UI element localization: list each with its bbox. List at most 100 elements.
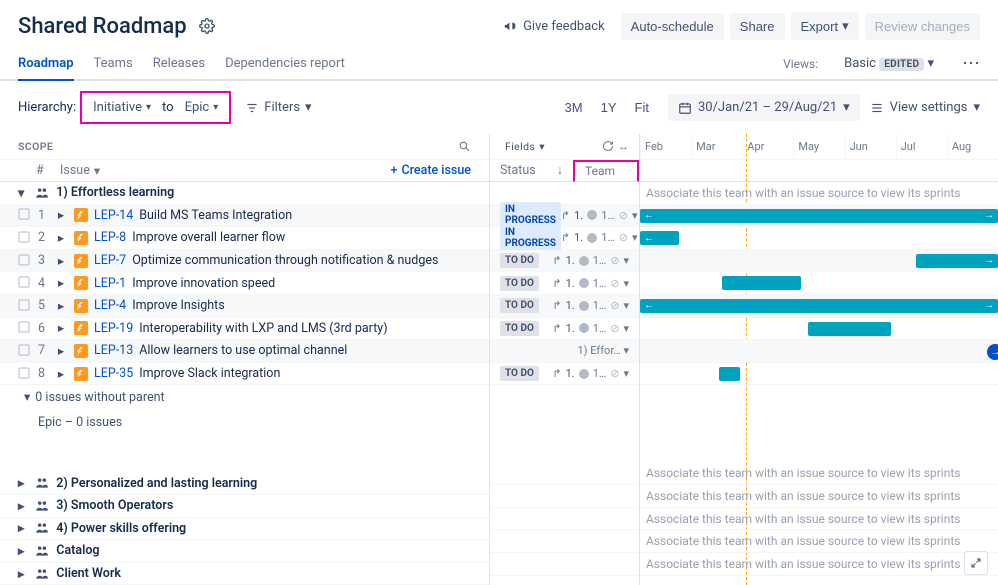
group-row[interactable]: ▸Catalog <box>0 540 489 563</box>
checkbox[interactable] <box>18 321 32 335</box>
settings-gear-icon[interactable] <box>199 18 215 34</box>
filters-button[interactable]: Filters ▾ <box>245 100 311 115</box>
expand-icon[interactable]: ▸ <box>54 230 68 246</box>
checkbox[interactable] <box>18 276 32 290</box>
team-cell[interactable]: ↱ 1. 1… ⊘ ▾ <box>561 231 638 244</box>
status-lozenge[interactable]: TO DO <box>500 366 539 381</box>
checkbox[interactable] <box>18 208 32 222</box>
issues-without-parent[interactable]: ▾ 0 issues without parent <box>0 385 489 409</box>
expand-cols-icon[interactable]: ↔ <box>618 140 629 153</box>
team-cell[interactable]: 1) Effor… ▾ <box>578 344 630 357</box>
issue-row[interactable]: 4▸LEP-1Improve innovation speed <box>0 272 489 295</box>
status-lozenge[interactable]: TO DO <box>500 276 539 291</box>
fullscreen-button[interactable] <box>964 551 988 575</box>
hierarchy-to-dropdown[interactable]: Epic▾ <box>180 96 224 119</box>
team-cell[interactable]: ↱ 1. 1… ⊘ ▾ <box>561 209 638 222</box>
timeline-bar[interactable] <box>722 276 801 290</box>
refresh-icon[interactable] <box>602 140 614 153</box>
more-menu-icon[interactable]: ⋯ <box>962 53 980 74</box>
milestone-marker[interactable]: → <box>987 344 998 360</box>
status-lozenge[interactable]: TO DO <box>500 298 539 313</box>
collapse-icon[interactable]: ▾ <box>18 185 24 201</box>
issue-key[interactable]: LEP-1 <box>94 276 126 291</box>
expand-icon[interactable]: ▸ <box>18 543 24 559</box>
team-cell[interactable]: ↱ 1. 1… ⊘ ▾ <box>552 277 629 290</box>
group-row[interactable]: ▸3) Smooth Operators <box>0 495 489 518</box>
date-range-picker[interactable]: 30/Jan/21 – 29/Aug/21 ▾ <box>668 94 860 121</box>
issue-key[interactable]: LEP-4 <box>94 298 126 313</box>
issue-row[interactable]: 2▸LEP-8Improve overall learner flow <box>0 227 489 250</box>
checkbox[interactable] <box>18 254 32 268</box>
timeline-row[interactable]: ←→ <box>640 295 998 318</box>
issue-key[interactable]: LEP-13 <box>94 343 133 358</box>
expand-icon[interactable]: ▸ <box>54 275 68 291</box>
give-feedback-link[interactable]: Give feedback <box>493 13 615 40</box>
team-cell[interactable]: ↱ 1. 1… ⊘ ▾ <box>552 299 629 312</box>
checkbox[interactable] <box>18 344 32 358</box>
expand-icon[interactable]: ▸ <box>54 320 68 336</box>
fields-dropdown[interactable]: Fields ▾ <box>500 136 550 157</box>
issue-key[interactable]: LEP-35 <box>94 366 133 381</box>
expand-icon[interactable]: ▸ <box>54 343 68 359</box>
issue-row[interactable]: 7▸LEP-13Allow learners to use optimal ch… <box>0 340 489 363</box>
team-cell[interactable]: ↱ 1. 1… ⊘ ▾ <box>552 322 629 335</box>
status-lozenge[interactable]: TO DO <box>500 253 539 268</box>
issue-row[interactable]: 5▸LEP-4Improve Insights <box>0 295 489 318</box>
range-1y[interactable]: 1Y <box>592 94 626 121</box>
expand-icon[interactable]: ▸ <box>54 366 68 382</box>
expand-icon[interactable]: ▸ <box>54 253 68 269</box>
issue-row[interactable]: 3▸LEP-7Optimize communication through no… <box>0 250 489 273</box>
hierarchy-from-dropdown[interactable]: Initiative▾ <box>88 96 156 119</box>
status-lozenge[interactable]: TO DO <box>500 321 539 336</box>
export-button[interactable]: Export ▾ <box>791 12 859 40</box>
issue-key[interactable]: LEP-7 <box>94 253 126 268</box>
timeline-bar[interactable]: → <box>916 254 998 268</box>
issue-key[interactable]: LEP-8 <box>94 230 126 245</box>
range-3m[interactable]: 3M <box>556 94 592 121</box>
timeline-bar[interactable] <box>808 322 890 336</box>
issue-col-header[interactable]: Issue ▾ <box>60 163 100 179</box>
issue-row[interactable]: 6▸LEP-19Interoperability with LXP and LM… <box>0 318 489 341</box>
search-icon[interactable] <box>458 140 471 153</box>
group-row[interactable]: ▸2) Personalized and lasting learning <box>0 472 489 495</box>
issue-key[interactable]: LEP-14 <box>94 208 133 223</box>
timeline-row[interactable]: → <box>640 340 998 363</box>
view-selector[interactable]: Basic EDITED ▾ <box>844 56 934 71</box>
share-button[interactable]: Share <box>730 13 785 40</box>
timeline-bar[interactable]: ←→ <box>640 209 998 223</box>
team-col-highlight[interactable]: Team <box>573 160 639 182</box>
tab-teams[interactable]: Teams <box>94 48 133 79</box>
timeline-bar[interactable] <box>719 367 740 381</box>
status-col[interactable]: Status <box>500 163 536 178</box>
group-row[interactable]: ▾ 1) Effortless learning <box>0 182 489 205</box>
expand-icon[interactable]: ▸ <box>18 475 24 491</box>
group-row[interactable]: ▸Client Work <box>0 563 489 585</box>
expand-icon[interactable]: ▸ <box>54 298 68 314</box>
checkbox[interactable] <box>18 367 32 381</box>
timeline-row[interactable] <box>640 318 998 341</box>
checkbox[interactable] <box>18 231 32 245</box>
issue-key[interactable]: LEP-19 <box>94 321 133 336</box>
create-issue-button[interactable]: + Create issue <box>390 163 471 178</box>
tab-roadmap[interactable]: Roadmap <box>18 48 74 81</box>
team-cell[interactable]: ↱ 1. 1… ⊘ ▾ <box>552 254 629 267</box>
tab-releases[interactable]: Releases <box>153 48 205 79</box>
sort-icon[interactable]: ↓ <box>557 163 563 178</box>
auto-schedule-button[interactable]: Auto-schedule <box>621 13 724 40</box>
timeline-row[interactable]: ←→ <box>640 205 998 228</box>
timeline-row[interactable]: → <box>640 250 998 273</box>
checkbox[interactable] <box>18 299 32 313</box>
expand-icon[interactable]: ▸ <box>18 566 24 582</box>
issue-row[interactable]: 8▸LEP-35Improve Slack integration <box>0 363 489 386</box>
timeline-row[interactable] <box>640 272 998 295</box>
timeline-bar[interactable]: ←→ <box>640 299 998 313</box>
expand-icon[interactable]: ▸ <box>54 207 68 223</box>
timeline-bar[interactable]: ← <box>640 231 679 245</box>
view-settings-button[interactable]: View settings ▾ <box>870 100 980 115</box>
status-lozenge[interactable]: IN PROGRESS <box>500 225 561 251</box>
group-row[interactable]: ▸4) Power skills offering <box>0 518 489 541</box>
issue-row[interactable]: 1▸LEP-14Build MS Teams Integration <box>0 205 489 228</box>
timeline-row[interactable] <box>640 363 998 386</box>
team-cell[interactable]: ↱ 1. 1… ⊘ ▾ <box>552 367 629 380</box>
expand-icon[interactable]: ▸ <box>18 520 24 536</box>
